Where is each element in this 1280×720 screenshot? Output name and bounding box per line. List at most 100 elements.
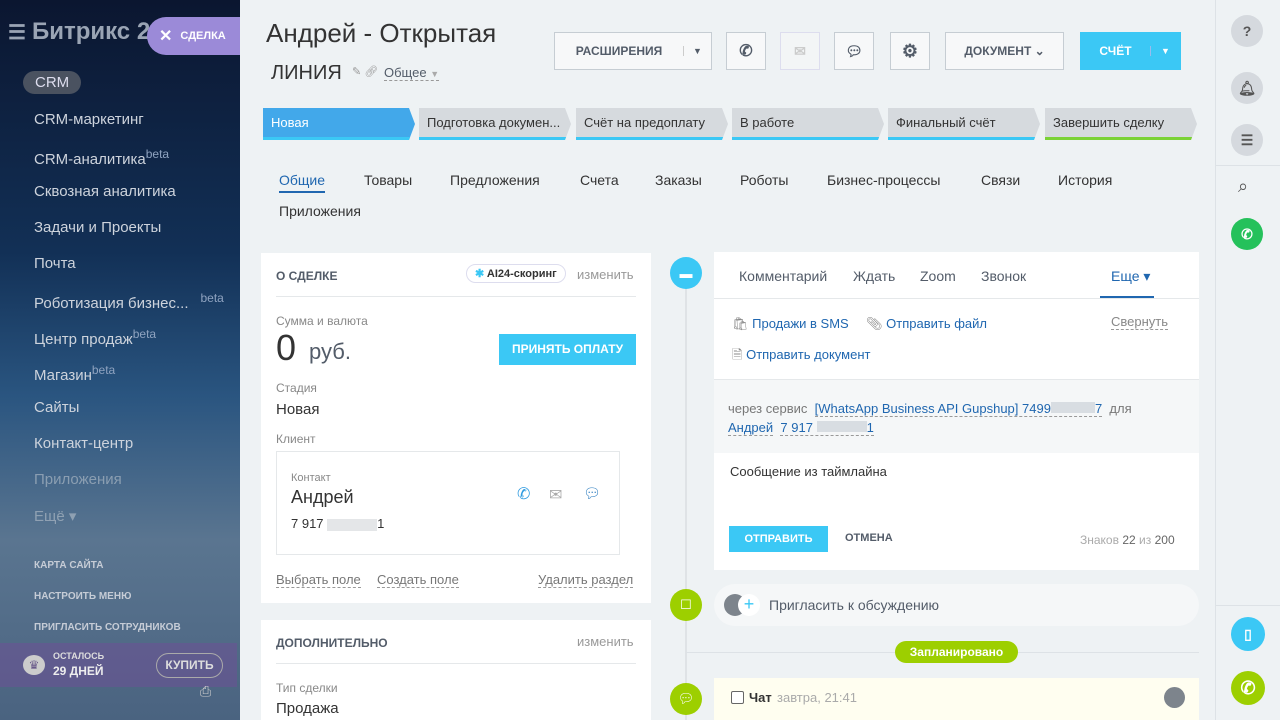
- sidebar-item[interactable]: Ещё ▾: [34, 507, 76, 525]
- sidebar-item[interactable]: Роботизация бизнес... beta: [34, 291, 224, 312]
- contact-card: Контакт Андрей 7 917 1 ✆ ✉ 💬︎: [276, 451, 620, 555]
- sidebar: ☰ Битрикс 24 CRM CRM-маркетинг CRM-аналити…: [0, 0, 240, 720]
- invoice-button[interactable]: СЧЁТ ▼: [1080, 32, 1181, 70]
- configure-menu-link[interactable]: НАСТРОИТЬ МЕНЮ: [34, 591, 131, 602]
- stage-3[interactable]: В работе: [732, 108, 884, 140]
- chat-button[interactable]: 💬︎: [834, 32, 874, 70]
- avatar[interactable]: [1164, 687, 1185, 708]
- right-toolbar: [1215, 0, 1280, 720]
- select-field-link[interactable]: Выбрать поле: [276, 572, 361, 588]
- invite-to-discussion[interactable]: + Пригласить к обсуждению: [714, 584, 1199, 626]
- stage-value: Новая: [276, 401, 320, 418]
- service-link[interactable]: [WhatsApp Business API Gupshup] 7499 7: [814, 401, 1103, 417]
- extensions-button[interactable]: РАСШИРЕНИЯ ▼: [554, 32, 712, 70]
- sidebar-item[interactable]: CRM-аналитикаbeta: [34, 147, 169, 168]
- sidebar-item[interactable]: Сайты: [34, 399, 79, 416]
- messenger-icon[interactable]: ☰: [1231, 124, 1263, 156]
- divider: [1216, 165, 1280, 166]
- search-icon[interactable]: ⌕: [1238, 176, 1248, 197]
- tab-2[interactable]: Предложения: [450, 172, 540, 188]
- timeline-tab-4[interactable]: Еще ▾: [1111, 268, 1150, 285]
- tab-3[interactable]: Счета: [580, 172, 619, 188]
- message-textarea[interactable]: Сообщение из таймлайна: [730, 464, 887, 479]
- call-button[interactable]: ✆: [726, 32, 766, 70]
- phone-device-icon[interactable]: ▯: [1231, 617, 1265, 651]
- create-field-link[interactable]: Создать поле: [377, 572, 459, 588]
- sidebar-item[interactable]: Контакт-центр: [34, 435, 133, 452]
- phone-icon[interactable]: ✆: [517, 484, 530, 504]
- chat-icon: 💬︎: [845, 42, 863, 59]
- timeline-tab-1[interactable]: Ждать: [853, 268, 895, 284]
- chat-icon: 💬︎: [670, 683, 702, 715]
- sidebar-item[interactable]: Задачи и Проекты: [34, 219, 161, 236]
- sidebar-item[interactable]: Сквозная аналитика: [34, 183, 176, 200]
- sidebar-item[interactable]: CRM-маркетинг: [34, 111, 144, 128]
- settings-button[interactable]: ⚙: [890, 32, 930, 70]
- sales-sms-link[interactable]: 🛍︎ Продажи в SMS: [732, 316, 849, 332]
- timeline-tab-2[interactable]: Zoom: [920, 268, 956, 284]
- tab-4[interactable]: Заказы: [655, 172, 702, 188]
- sidebar-item[interactable]: Приложения: [34, 471, 122, 488]
- tab-5[interactable]: Роботы: [740, 172, 788, 188]
- send-document-link[interactable]: 🗎 Отправить документ: [732, 346, 870, 368]
- stage-5[interactable]: Завершить сделку: [1045, 108, 1197, 140]
- category-select[interactable]: Общее ▼: [384, 65, 440, 81]
- comment-icon: ▬: [670, 257, 702, 289]
- tab-7[interactable]: Связи: [981, 172, 1020, 188]
- recipient-name-link[interactable]: Андрей: [728, 420, 774, 436]
- menu-icon[interactable]: ☰: [8, 22, 26, 44]
- tab-8[interactable]: История: [1058, 172, 1112, 188]
- tab-6[interactable]: Бизнес-процессы: [827, 172, 940, 188]
- logo[interactable]: ☰ Битрикс 24: [8, 18, 164, 46]
- invite-employees-link[interactable]: ПРИГЛАСИТЬ СОТРУДНИКОВ: [34, 622, 181, 633]
- chevron-down-icon[interactable]: ▼: [1150, 46, 1180, 56]
- complete-checkbox[interactable]: [731, 691, 744, 704]
- stage-4[interactable]: Финальный счёт: [888, 108, 1040, 140]
- activity-time: завтра, 21:41: [777, 690, 857, 705]
- edit-pencil-icon[interactable]: ✎ 🔗︎: [352, 65, 378, 78]
- tab-0[interactable]: Общие: [279, 172, 326, 193]
- whatsapp-icon[interactable]: ✆: [1231, 218, 1263, 250]
- crown-icon: ♛: [23, 655, 45, 675]
- recipient-phone-link[interactable]: 7 917 1: [780, 420, 874, 436]
- sum-value: 0: [276, 327, 297, 368]
- sidebar-item[interactable]: Почта: [34, 255, 76, 272]
- help-icon[interactable]: ?: [1231, 15, 1263, 47]
- buy-button[interactable]: КУПИТЬ: [156, 653, 223, 678]
- page-title-line2: ЛИНИЯ: [271, 62, 342, 84]
- timeline-tab-3[interactable]: Звонок: [981, 268, 1026, 284]
- edit-link[interactable]: изменить: [577, 634, 634, 649]
- collapse-link[interactable]: Свернуть: [1111, 314, 1169, 330]
- cancel-button[interactable]: ОТМЕНА: [845, 532, 893, 544]
- chevron-down-icon[interactable]: ▼: [683, 46, 711, 56]
- contact-name[interactable]: Андрей: [291, 487, 354, 508]
- contact-phone: 7 917 1: [291, 516, 385, 531]
- sidebar-item[interactable]: Магазинbeta: [34, 363, 115, 384]
- tab-9[interactable]: Приложения: [279, 203, 361, 219]
- accept-payment-button[interactable]: ПРИНЯТЬ ОПЛАТУ: [499, 334, 636, 365]
- send-button[interactable]: ОТПРАВИТЬ: [729, 526, 828, 552]
- close-deal-slider-button[interactable]: ✕ СДЕЛКА: [147, 17, 240, 55]
- stage-0[interactable]: Новая: [263, 108, 415, 140]
- bell-icon[interactable]: 🔔︎: [1231, 72, 1263, 104]
- printer-icon[interactable]: ⎙: [200, 683, 211, 700]
- tab-1[interactable]: Товары: [364, 172, 412, 188]
- ai-scoring-badge[interactable]: ✱ AI24-скоринг: [466, 264, 566, 283]
- section-title: ДОПОЛНИТЕЛЬНО: [276, 636, 388, 650]
- trial-banner: ♛ ОСТАЛОСЬ 29 ДНЕЙ КУПИТЬ: [0, 643, 237, 687]
- site-map-link[interactable]: КАРТА САЙТА: [34, 560, 103, 571]
- sidebar-item-crm[interactable]: CRM: [23, 71, 82, 94]
- stage-2[interactable]: Счёт на предоплату: [576, 108, 728, 140]
- page-title[interactable]: Андрей - Открытая: [266, 18, 496, 49]
- chat-icon[interactable]: 💬︎: [583, 485, 601, 502]
- call-icon[interactable]: ✆: [1231, 671, 1265, 705]
- document-button[interactable]: ДОКУМЕНТ ⌄: [945, 32, 1064, 70]
- timeline-tab-0[interactable]: Комментарий: [739, 268, 827, 284]
- delete-section-link[interactable]: Удалить раздел: [538, 572, 634, 588]
- mail-icon[interactable]: ✉: [549, 485, 562, 505]
- email-button[interactable]: ✉: [780, 32, 820, 70]
- edit-link[interactable]: изменить: [577, 267, 634, 282]
- stage-1[interactable]: Подготовка докумен...: [419, 108, 571, 140]
- sidebar-item[interactable]: Центр продажbeta: [34, 327, 156, 348]
- send-file-link[interactable]: 📎︎ Отправить файл: [866, 316, 987, 332]
